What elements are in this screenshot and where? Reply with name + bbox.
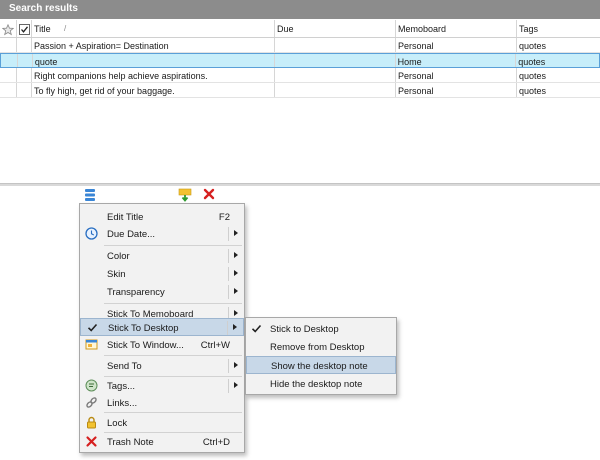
cell-title: Right companions help achieve aspiration… (32, 68, 275, 82)
submenu-arrow-icon (233, 324, 237, 330)
menu-item-transparency[interactable]: Transparency (80, 283, 244, 301)
column-header-title[interactable]: Title / (32, 20, 275, 37)
sticky-note-green-arrow-icon[interactable] (178, 188, 192, 202)
cell-due (275, 54, 396, 67)
cell-tags: quotes (519, 86, 547, 96)
search-results-header: Search results (0, 0, 600, 19)
cell-due (275, 83, 396, 97)
menu-item-edit-title[interactable]: Edit Title F2 (80, 208, 244, 226)
menu-item-tags[interactable]: Tags... (80, 377, 244, 395)
window-icon (85, 338, 98, 351)
submenu-arrow-icon (234, 382, 238, 388)
sort-indicator-icon: / (64, 24, 67, 33)
menu-item-due-date[interactable]: Due Date... (80, 225, 244, 243)
cell-due (275, 68, 396, 82)
column-header-memoboard[interactable]: Memoboard (396, 20, 517, 37)
submenu-arrow-icon (234, 288, 238, 294)
menu-item-send-to[interactable]: Send To (80, 357, 244, 375)
table-row-selected[interactable]: quote Home quotes (0, 53, 600, 68)
checkmark-icon (86, 321, 99, 334)
star-column-header[interactable] (0, 20, 17, 37)
menu-item-skin[interactable]: Skin (80, 265, 244, 283)
stick-to-desktop-submenu: Stick to Desktop Remove from Desktop Sho… (245, 317, 397, 395)
note-stack-icon[interactable] (84, 188, 98, 202)
table-row[interactable]: To fly high, get rid of your baggage. Pe… (0, 83, 600, 98)
check-column-header[interactable] (17, 20, 32, 37)
submenu-arrow-icon (234, 362, 238, 368)
menu-item-stick-to-desktop[interactable]: Stick To Desktop (80, 318, 244, 336)
submenu-item-stick-to-desktop[interactable]: Stick to Desktop (246, 320, 396, 338)
lock-icon (85, 416, 98, 429)
cell-title: quote (33, 54, 276, 67)
tags-icon (85, 379, 98, 392)
column-header-due[interactable]: Due (275, 20, 396, 37)
menu-item-stick-to-window[interactable]: Stick To Window... Ctrl+W (80, 336, 244, 354)
checkbox-icon (19, 24, 31, 35)
panel-splitter[interactable] (0, 183, 600, 186)
note-context-menu: Edit Title F2 Due Date... Color Skin Tra… (79, 203, 245, 453)
table-row[interactable]: Right companions help achieve aspiration… (0, 68, 600, 83)
table-header-row: Title / Due Memoboard Tags (0, 20, 600, 38)
results-table: Title / Due Memoboard Tags Passion + Asp… (0, 20, 600, 98)
delete-x-icon[interactable] (203, 188, 217, 202)
star-icon (2, 24, 16, 36)
link-icon (85, 396, 98, 409)
submenu-item-remove-from-desktop[interactable]: Remove from Desktop (246, 338, 396, 356)
cell-memoboard: Personal (396, 83, 517, 97)
cell-title: Passion + Aspiration= Destination (32, 38, 275, 52)
submenu-item-hide-desktop-note[interactable]: Hide the desktop note (246, 375, 396, 393)
submenu-arrow-icon (234, 270, 238, 276)
trash-x-icon (85, 435, 98, 448)
submenu-item-show-desktop-note[interactable]: Show the desktop note (246, 356, 396, 374)
cell-tags: quotes (519, 71, 547, 81)
menu-item-lock[interactable]: Lock (80, 414, 244, 432)
submenu-arrow-icon (234, 310, 238, 316)
checkmark-icon (250, 322, 263, 335)
menu-item-links[interactable]: Links... (80, 394, 244, 412)
cell-tags: quotes (519, 41, 547, 51)
table-row[interactable]: Passion + Aspiration= Destination Person… (0, 38, 600, 53)
cell-memoboard: Home (396, 54, 517, 67)
submenu-arrow-icon (234, 252, 238, 258)
menu-item-color[interactable]: Color (80, 247, 244, 265)
cell-tags: quotes (518, 57, 546, 67)
submenu-arrow-icon (234, 230, 238, 236)
cell-title: To fly high, get rid of your baggage. (32, 83, 275, 97)
clock-icon (85, 227, 98, 240)
cell-memoboard: Personal (396, 68, 517, 82)
menu-item-trash-note[interactable]: Trash Note Ctrl+D (80, 433, 244, 451)
cell-due (275, 38, 396, 52)
cell-memoboard: Personal (396, 38, 517, 52)
panel-title: Search results (9, 3, 78, 14)
column-header-tags[interactable]: Tags (517, 20, 600, 37)
